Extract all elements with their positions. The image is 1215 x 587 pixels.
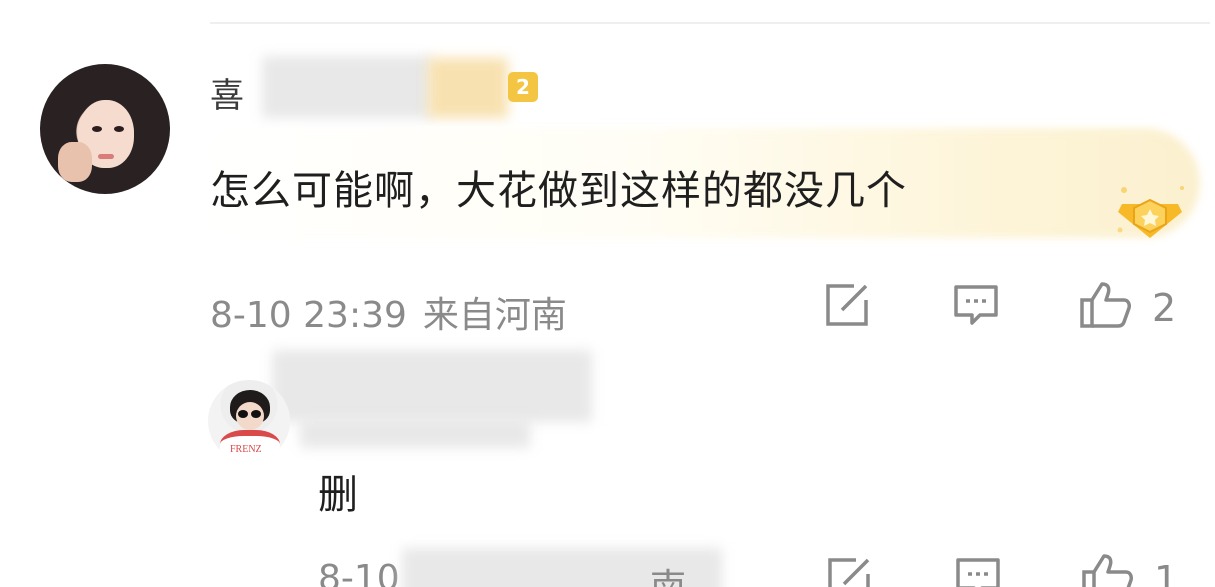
avatar-hand [58,142,92,182]
comment-text: 怎么可能啊，大花做到这样的都没几个 [210,168,907,214]
comment-icon[interactable] [954,556,1002,587]
comment-meta: 8-10 23:39 来自河南 [210,286,583,338]
avatar-glasses [238,410,248,418]
censor-blur [428,58,508,118]
reply-location: 南 [650,558,686,587]
reply-date: 8-10 [318,558,400,587]
share-icon[interactable] [826,556,874,587]
share-icon[interactable] [824,282,872,328]
avatar-eye [114,126,124,132]
reply-avatar[interactable]: FRENZ [208,380,290,462]
comment-location: 来自河南 [422,295,567,336]
avatar-shirt: FRENZ [220,430,280,462]
avatar-glasses [251,410,261,418]
divider [210,22,1210,24]
censor-blur [272,350,592,422]
reply-text: 删 [318,472,358,518]
comment-date: 8-10 23:39 [210,295,407,336]
like-icon[interactable] [1080,552,1134,587]
medal-icon [1117,186,1184,238]
username[interactable]: 喜 [210,68,244,117]
censor-blur [262,56,432,118]
avatar[interactable] [40,64,170,194]
like-count: 2 [1152,286,1177,330]
reply-meta: 8-10 [318,558,400,587]
censor-blur [300,418,530,448]
comment-thread: 喜 2 怎么可能啊，大花做到这样的都没几个 8-10 23:39 来自河南 2 F… [0,0,1215,587]
like-icon[interactable] [1078,280,1132,330]
level-badge: 2 [508,72,538,102]
avatar-eye [92,126,102,132]
comment-icon[interactable] [952,283,1000,329]
like-count: 1 [1154,558,1179,587]
avatar-lip [98,154,114,159]
